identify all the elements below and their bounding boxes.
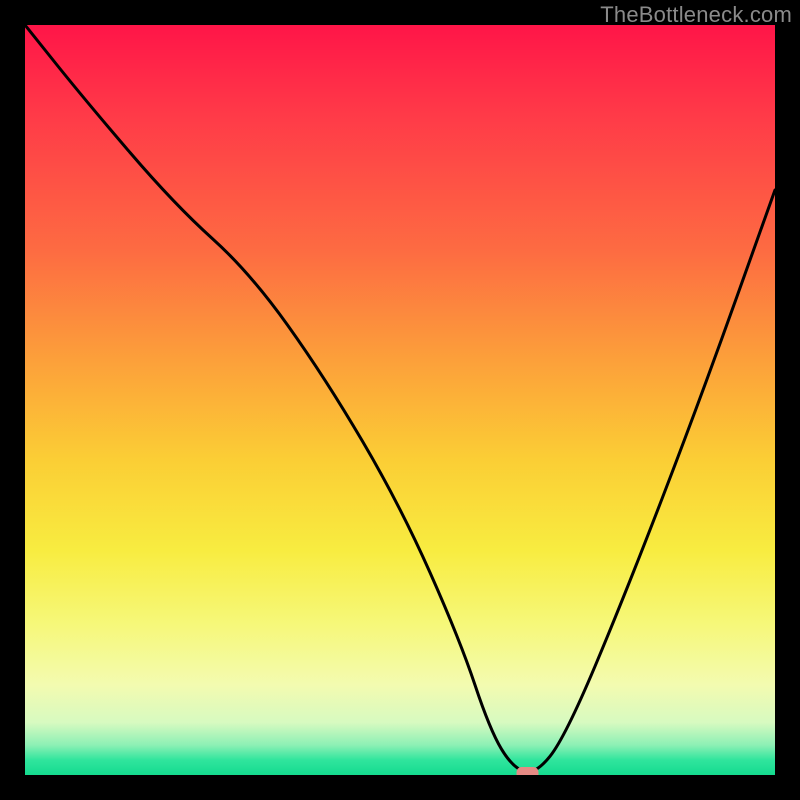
curve-svg	[25, 25, 775, 775]
minimum-marker	[517, 767, 539, 775]
chart-frame: TheBottleneck.com	[0, 0, 800, 800]
bottleneck-curve	[25, 25, 775, 772]
plot-area	[25, 25, 775, 775]
watermark-text: TheBottleneck.com	[600, 2, 792, 28]
